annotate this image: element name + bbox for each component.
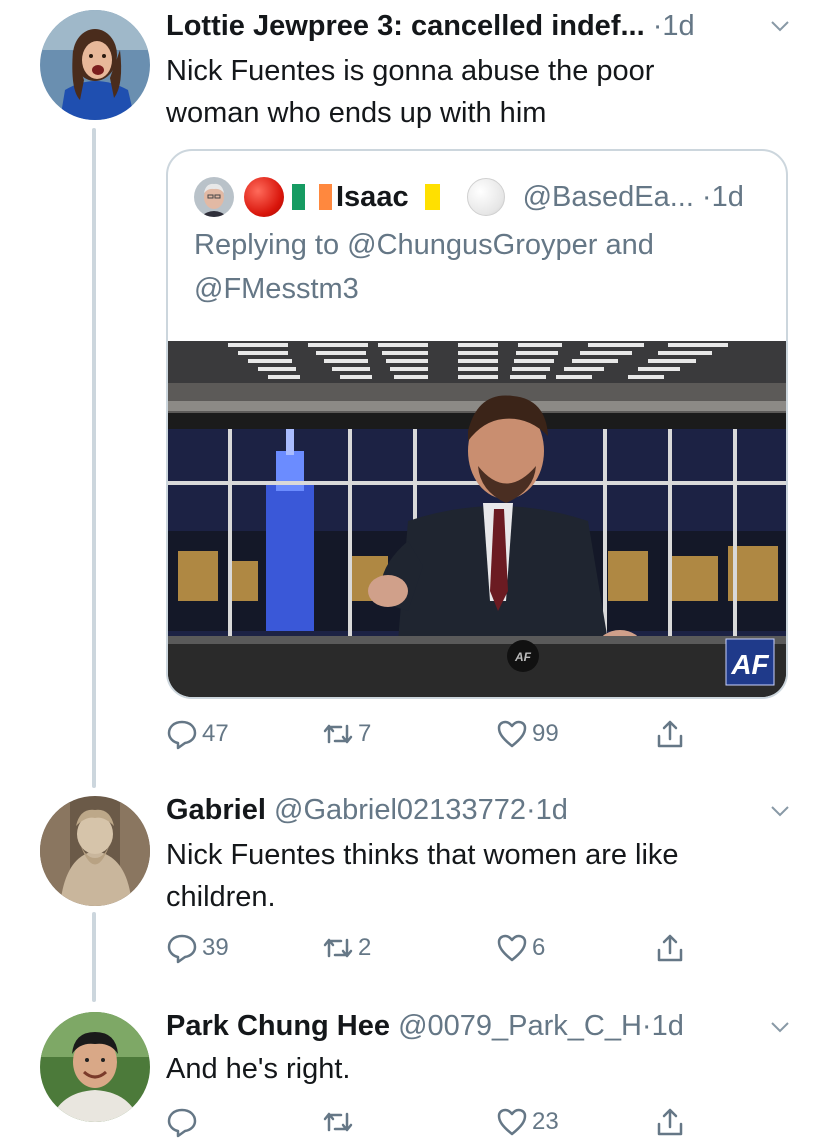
share-icon	[657, 720, 683, 748]
avatar[interactable]	[40, 796, 150, 906]
timestamp[interactable]: 1d	[652, 1010, 684, 1042]
retweet-button[interactable]: 2	[322, 930, 371, 966]
reply-icon	[167, 1108, 197, 1138]
heart-icon	[497, 934, 527, 962]
tweet[interactable]: Lottie Jewpree 3: cancelled indef... ·1d…	[0, 0, 827, 780]
heart-icon	[497, 1108, 527, 1136]
quote-display-name[interactable]: Isaac	[336, 177, 409, 217]
avatar[interactable]	[40, 10, 150, 120]
retweet-icon	[323, 724, 353, 744]
replying-to-label: Replying to	[194, 229, 340, 261]
avatar[interactable]	[40, 1012, 150, 1122]
handle[interactable]: @Gabriel02133772	[274, 794, 526, 826]
chevron-down-icon[interactable]	[769, 1016, 791, 1038]
quote-avatar[interactable]	[194, 177, 234, 217]
tweet[interactable]: Park Chung Hee @0079_Park_C_H·1d And he'…	[0, 1006, 827, 1147]
quoted-tweet[interactable]: Isaac @BasedEa... · 1d Replying to @Chun…	[166, 149, 788, 699]
share-icon	[657, 1108, 683, 1136]
separator: ·	[641, 1010, 652, 1042]
like-count: 6	[532, 934, 546, 961]
display-name[interactable]: Gabriel	[166, 794, 266, 826]
retweet-button[interactable]: 7	[322, 716, 371, 752]
reply-count: 39	[202, 934, 229, 961]
man-avatar-icon	[40, 1012, 150, 1122]
channel-logo: AF	[730, 649, 769, 680]
separator: ·	[652, 10, 663, 42]
like-button[interactable]: 23	[496, 1104, 559, 1140]
quote-timestamp[interactable]: 1d	[712, 177, 744, 217]
chevron-down-icon[interactable]	[769, 800, 791, 822]
share-button[interactable]	[654, 930, 690, 966]
tweet[interactable]: Gabriel @Gabriel02133772·1d Nick Fuentes…	[0, 790, 827, 990]
quote-media[interactable]: AF AF	[168, 341, 786, 697]
tweet-text: And he's right.	[166, 1053, 351, 1085]
timestamp[interactable]: 1d	[536, 794, 568, 826]
red-circle-icon	[244, 177, 284, 217]
retweet-count: 7	[358, 720, 372, 747]
timestamp[interactable]: 1d	[662, 10, 694, 42]
video-still: AF AF	[168, 341, 786, 697]
and-label: and	[605, 229, 654, 261]
handle[interactable]: @0079_Park_C_H	[398, 1010, 642, 1042]
reply-icon	[167, 720, 197, 750]
reply-icon	[167, 934, 197, 964]
separator: ·	[701, 181, 712, 213]
chevron-down-icon[interactable]	[769, 15, 791, 37]
girl-avatar-icon	[40, 10, 150, 120]
like-count: 23	[532, 1108, 559, 1135]
mention-link[interactable]: @FMesstm3	[194, 273, 359, 305]
quote-handle[interactable]: @BasedEa...	[523, 177, 694, 217]
heart-icon	[497, 720, 527, 748]
reply-button[interactable]: 39	[166, 930, 229, 966]
old-man-avatar-icon	[194, 177, 234, 217]
like-count: 99	[532, 720, 559, 747]
reply-button[interactable]	[166, 1104, 202, 1140]
ireland-flag-icon	[292, 184, 332, 210]
retweet-count: 2	[358, 934, 372, 961]
separator: ·	[525, 794, 536, 826]
reply-count: 47	[202, 720, 229, 747]
retweet-icon	[323, 938, 353, 958]
retweet-icon	[323, 1112, 353, 1132]
share-button[interactable]	[654, 1104, 690, 1140]
share-button[interactable]	[654, 716, 690, 752]
statue-avatar-icon	[40, 796, 150, 906]
like-button[interactable]: 99	[496, 716, 559, 752]
share-icon	[657, 934, 683, 962]
mention-link[interactable]: @ChungusGroyper	[347, 229, 597, 261]
replying-to: Replying to @ChungusGroyper and @FMesstm…	[194, 223, 766, 311]
retweet-button[interactable]	[322, 1104, 358, 1140]
vatican-flag-icon	[424, 184, 455, 210]
like-button[interactable]: 6	[496, 930, 545, 966]
mic-logo: AF	[514, 650, 532, 664]
white-circle-icon	[466, 178, 505, 216]
tweet-text: Nick Fuentes thinks that women are like …	[166, 839, 679, 913]
tweet-text: Nick Fuentes is gonna abuse the poor wom…	[166, 55, 655, 129]
reply-button[interactable]: 47	[166, 716, 229, 752]
display-name[interactable]: Park Chung Hee	[166, 1010, 390, 1042]
display-name[interactable]: Lottie Jewpree 3: cancelled indef...	[166, 10, 645, 42]
